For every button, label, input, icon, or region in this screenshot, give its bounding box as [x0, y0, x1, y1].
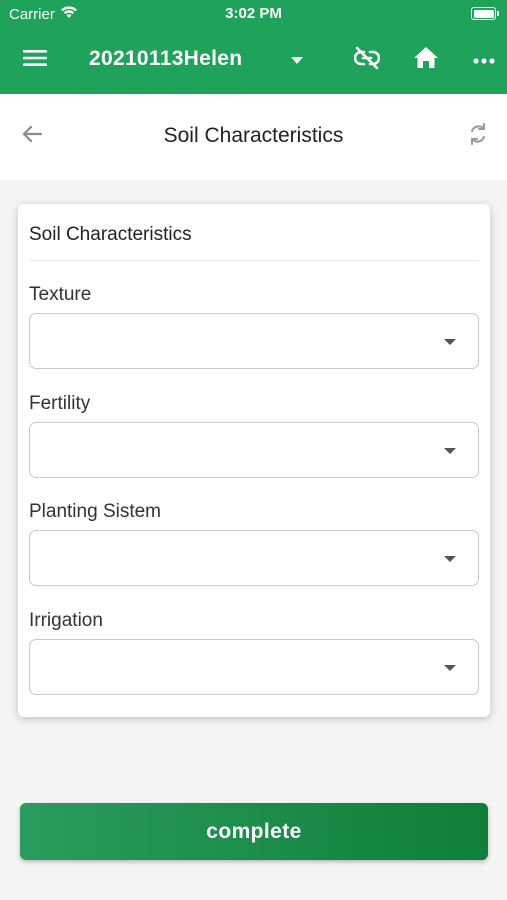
carrier-label: Carrier: [9, 5, 55, 23]
more-horizontal-icon: [473, 51, 495, 69]
menu-icon: [23, 49, 47, 72]
back-arrow-icon: [22, 125, 43, 148]
fertility-select[interactable]: [29, 422, 479, 478]
dropdown-caret-icon: [291, 51, 303, 69]
app-bar: 20210113Helen: [0, 30, 507, 90]
link-off-button[interactable]: [347, 40, 387, 80]
page-header: Soil Characteristics: [0, 94, 507, 180]
wifi-icon: [60, 5, 78, 23]
planting-system-select[interactable]: [29, 530, 479, 586]
page-title: Soil Characteristics: [163, 124, 344, 147]
top-app-bar: Carrier 3:02 PM 20210113Helen: [0, 0, 507, 94]
fertility-label: Fertility: [29, 393, 91, 414]
chevron-down-icon: [444, 339, 456, 345]
texture-label: Texture: [29, 284, 92, 305]
chevron-down-icon: [444, 448, 456, 454]
menu-button[interactable]: [14, 40, 56, 80]
project-dropdown-button[interactable]: [282, 42, 312, 78]
texture-select[interactable]: [29, 313, 479, 369]
sync-button[interactable]: [460, 118, 496, 154]
back-button[interactable]: [14, 118, 50, 154]
irrigation-select[interactable]: [29, 639, 479, 695]
chevron-down-icon: [444, 665, 456, 671]
project-title[interactable]: 20210113Helen: [89, 47, 242, 71]
home-button[interactable]: [406, 40, 446, 80]
sync-icon: [468, 122, 488, 151]
status-time: 3:02 PM: [225, 5, 282, 22]
link-off-icon: [353, 45, 381, 76]
planting-system-label: Planting Sistem: [29, 501, 162, 522]
more-options-button[interactable]: [464, 40, 504, 80]
soil-characteristics-card: Soil Characteristics Texture Fertility P…: [18, 204, 490, 717]
status-bar: Carrier 3:02 PM: [0, 0, 507, 28]
irrigation-label: Irrigation: [29, 610, 103, 631]
card-divider: [29, 260, 479, 261]
battery-icon: [471, 7, 499, 20]
carrier-indicator: Carrier: [9, 5, 78, 23]
card-title: Soil Characteristics: [29, 224, 192, 245]
complete-button[interactable]: complete: [20, 803, 488, 860]
chevron-down-icon: [444, 556, 456, 562]
home-icon: [414, 46, 438, 74]
